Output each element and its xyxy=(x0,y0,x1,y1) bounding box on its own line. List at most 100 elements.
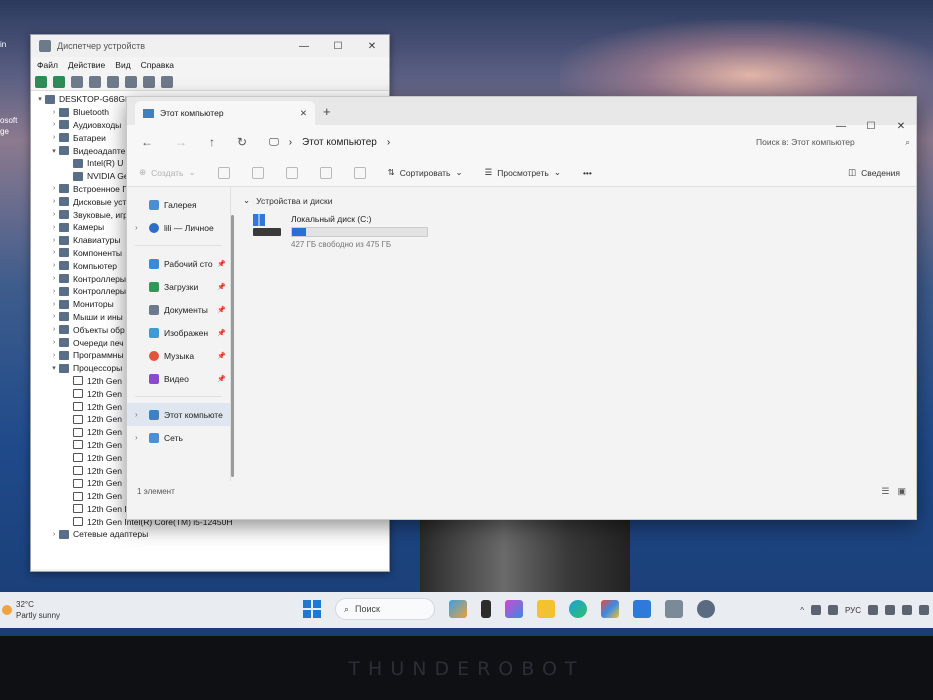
chevron-right-icon[interactable]: › xyxy=(135,433,138,442)
cloud-icon[interactable] xyxy=(827,605,838,615)
chevron-right-icon[interactable]: › xyxy=(49,262,59,269)
display-icon[interactable] xyxy=(868,605,878,615)
update-driver-icon[interactable] xyxy=(143,75,155,88)
back-arrow-icon[interactable]: ← xyxy=(141,135,153,149)
nav-item-desktop[interactable]: Рабочий сто 📌 xyxy=(127,252,230,275)
details-view-icon[interactable]: ☰ xyxy=(881,486,889,497)
copy-icon[interactable] xyxy=(251,166,264,179)
nav-item-music[interactable]: Музыка 📌 xyxy=(127,344,230,367)
weather-widget[interactable]: 32°C Partly sunny xyxy=(0,592,60,628)
tab-this-pc[interactable]: Этот компьютер ✕ xyxy=(135,101,315,125)
chevron-right-icon[interactable]: › xyxy=(49,249,59,256)
details-button[interactable]: ◫ Сведения xyxy=(848,167,900,178)
chevron-down-icon[interactable]: ▾ xyxy=(49,364,59,372)
chevron-right-icon[interactable]: › xyxy=(49,301,59,308)
store-icon[interactable] xyxy=(601,600,619,618)
menu-action[interactable]: Действие xyxy=(68,60,105,70)
chevron-right-icon[interactable]: › xyxy=(49,326,59,333)
sort-button[interactable]: ⇅ Сортировать ⌄ xyxy=(388,167,463,178)
desktop-icon-label[interactable]: ge xyxy=(0,127,9,136)
maximize-button[interactable]: ☐ xyxy=(856,121,886,132)
menu-view[interactable]: Вид xyxy=(115,60,130,70)
delete-icon[interactable] xyxy=(353,166,366,179)
tiles-view-icon[interactable]: ▣ xyxy=(897,486,906,497)
search-input[interactable]: Поиск в: Этот компьютер ⌕ xyxy=(750,131,916,153)
address-bar[interactable]: 🖵 › Этот компьютер › xyxy=(269,137,698,148)
nav-item-this-pc[interactable]: › Этот компьюте xyxy=(127,403,230,426)
copilot-icon[interactable] xyxy=(505,600,523,618)
task-view-icon[interactable] xyxy=(481,600,491,618)
nav-item-documents[interactable]: Документы 📌 xyxy=(127,298,230,321)
chevron-right-icon[interactable]: › xyxy=(49,185,59,192)
start-button[interactable] xyxy=(303,600,321,618)
widgets-icon[interactable] xyxy=(449,600,467,618)
chevron-down-icon[interactable]: ▾ xyxy=(49,147,59,155)
close-button[interactable]: ✕ xyxy=(355,41,389,52)
cut-icon[interactable] xyxy=(217,166,230,179)
chevron-right-icon[interactable]: › xyxy=(49,224,59,231)
create-button[interactable]: ⊕ Создать ⌄ xyxy=(139,167,196,178)
tree-node[interactable]: › Сетевые адаптеры xyxy=(35,528,389,541)
chevron-right-icon[interactable]: › xyxy=(49,134,59,141)
nav-item-downloads[interactable]: Загрузки 📌 xyxy=(127,275,230,298)
chevron-right-icon[interactable]: › xyxy=(135,410,138,419)
scrollbar[interactable] xyxy=(231,215,234,477)
forward-arrow-icon[interactable] xyxy=(53,75,65,88)
chevron-right-icon[interactable]: › xyxy=(49,352,59,359)
nav-item-gallery[interactable]: Галерея xyxy=(127,193,230,216)
breadcrumb[interactable]: Этот компьютер xyxy=(302,137,377,148)
chevron-right-icon[interactable]: › xyxy=(49,198,59,205)
chevron-right-icon[interactable]: › xyxy=(387,137,390,148)
group-header[interactable]: ⌄ Устройства и диски xyxy=(243,195,904,206)
file-explorer-icon[interactable] xyxy=(537,600,555,618)
view-icon[interactable] xyxy=(125,75,137,88)
refresh-icon[interactable]: ↻ xyxy=(237,135,247,149)
menu-file[interactable]: Файл xyxy=(37,60,58,70)
chevron-right-icon[interactable]: › xyxy=(49,211,59,218)
drive-item[interactable]: Локальный диск (C:) 427 ГБ свободно из 4… xyxy=(251,214,904,249)
settings-icon[interactable] xyxy=(697,600,715,618)
help-icon[interactable] xyxy=(107,75,119,88)
chevron-right-icon[interactable]: › xyxy=(49,288,59,295)
desktop-icon-label[interactable]: in xyxy=(0,40,6,49)
chevron-right-icon[interactable]: › xyxy=(49,121,59,128)
more-options-button[interactable]: ••• xyxy=(583,168,592,178)
new-tab-button[interactable]: + xyxy=(323,104,331,119)
monitor-icon[interactable] xyxy=(161,75,173,88)
wifi-icon[interactable] xyxy=(885,605,895,615)
close-button[interactable]: ✕ xyxy=(886,121,916,132)
chevron-right-icon[interactable]: › xyxy=(49,339,59,346)
properties-icon[interactable] xyxy=(71,75,83,88)
device-manager-icon[interactable] xyxy=(665,600,683,618)
back-arrow-icon[interactable] xyxy=(35,75,47,88)
nav-item-pictures[interactable]: Изображен 📌 xyxy=(127,321,230,344)
mail-icon[interactable] xyxy=(633,600,651,618)
chevron-right-icon[interactable]: › xyxy=(49,275,59,282)
titlebar[interactable]: Диспетчер устройств — ☐ ✕ xyxy=(31,35,389,57)
up-arrow-icon[interactable]: ↑ xyxy=(209,135,215,149)
chevron-right-icon[interactable]: › xyxy=(49,237,59,244)
chevron-right-icon[interactable]: › xyxy=(49,531,59,538)
desktop-icon-label[interactable]: osoft xyxy=(0,116,17,125)
nav-item-onedrive[interactable]: › lili — Личное xyxy=(127,216,230,239)
chevron-right-icon[interactable]: › xyxy=(49,109,59,116)
view-button[interactable]: ☰ Просмотреть ⌄ xyxy=(485,167,561,178)
nav-item-video[interactable]: Видео 📌 xyxy=(127,367,230,390)
battery-icon[interactable] xyxy=(919,605,929,615)
chevron-up-icon[interactable]: ^ xyxy=(800,606,804,615)
chevron-down-icon[interactable]: ▾ xyxy=(35,95,45,103)
minimize-button[interactable]: — xyxy=(287,41,321,52)
forward-arrow-icon[interactable]: → xyxy=(175,135,187,149)
share-icon[interactable] xyxy=(319,166,332,179)
nav-item-network[interactable]: › Сеть xyxy=(127,426,230,449)
taskbar-search[interactable]: ⌕ Поиск xyxy=(335,598,435,620)
language-indicator[interactable]: РУС xyxy=(845,606,861,615)
list-icon[interactable] xyxy=(89,75,101,88)
volume-icon[interactable] xyxy=(902,605,912,615)
chevron-right-icon[interactable]: › xyxy=(49,313,59,320)
edge-icon[interactable] xyxy=(569,600,587,618)
minimize-button[interactable]: — xyxy=(826,121,856,132)
rename-icon[interactable] xyxy=(285,166,298,179)
close-tab-icon[interactable]: ✕ xyxy=(300,108,307,119)
maximize-button[interactable]: ☐ xyxy=(321,41,355,52)
